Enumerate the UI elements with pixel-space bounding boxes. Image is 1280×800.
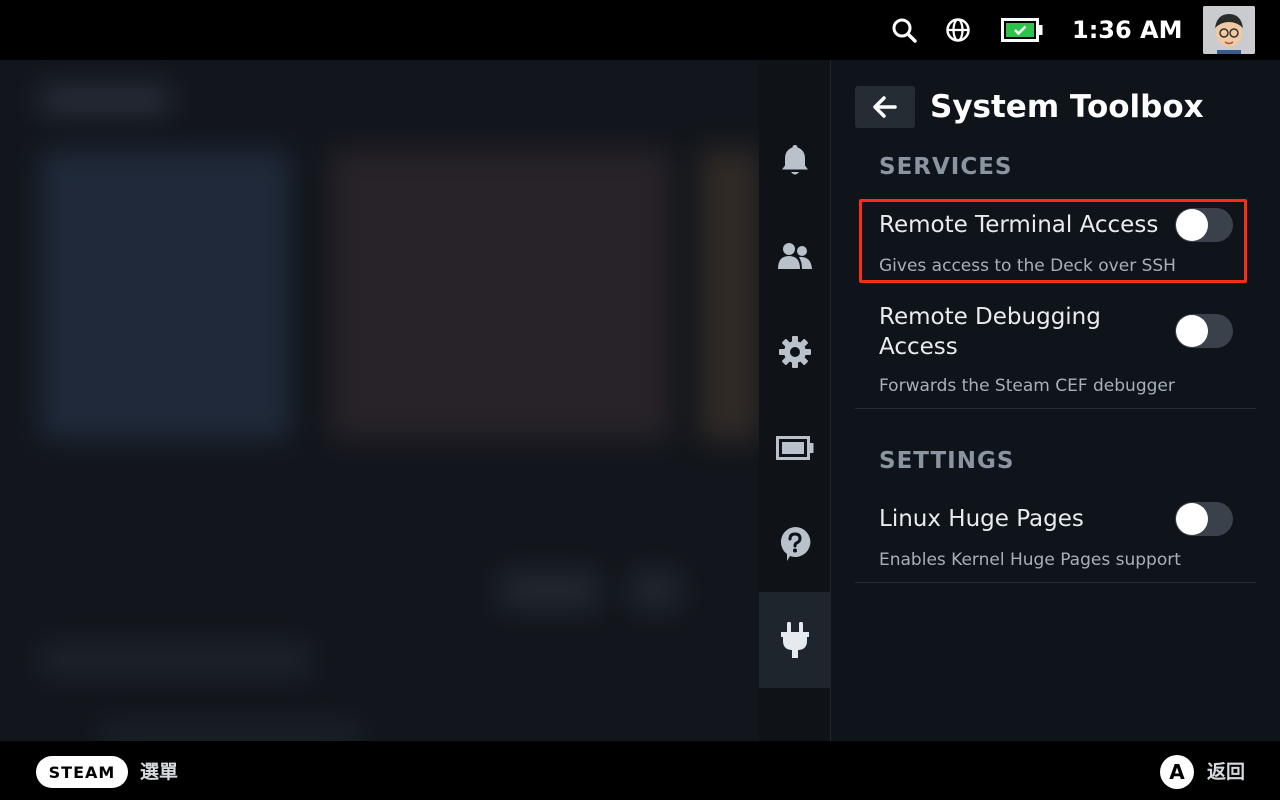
friends-icon — [778, 243, 812, 269]
search-icon[interactable] — [888, 14, 920, 46]
blurred-background — [0, 60, 760, 741]
remote-debugging-access-label-line1: Remote Debugging — [879, 304, 1101, 330]
remote-debugging-access-label-line2: Access — [879, 334, 958, 360]
remote-debugging-access-description: Forwards the Steam CEF debugger — [879, 376, 1175, 396]
tab-help[interactable] — [759, 496, 831, 592]
bell-icon — [782, 145, 808, 175]
divider — [855, 408, 1256, 409]
battery-icon — [776, 436, 814, 460]
remote-debugging-access-toggle[interactable] — [1175, 314, 1233, 348]
tab-settings[interactable] — [759, 304, 831, 400]
clock-time: 1:36 AM — [1072, 16, 1183, 44]
remote-terminal-access-toggle[interactable] — [1175, 208, 1233, 242]
menu-label: 選單 — [140, 761, 179, 783]
steam-button[interactable]: STEAM — [36, 756, 128, 788]
back-button[interactable] — [855, 86, 915, 128]
remote-terminal-access-label: Remote Terminal Access — [879, 212, 1159, 238]
tab-performance[interactable] — [759, 400, 831, 496]
page-title: System Toolbox — [930, 89, 1204, 125]
tab-plugins[interactable] — [759, 592, 831, 688]
plug-icon — [781, 622, 809, 658]
globe-icon[interactable] — [942, 14, 974, 46]
toggle-knob — [1176, 209, 1208, 241]
quick-access-tabs — [759, 60, 831, 741]
status-bar: 1:36 AM — [0, 0, 1280, 60]
linux-huge-pages-label: Linux Huge Pages — [879, 506, 1084, 532]
a-button[interactable]: A — [1160, 755, 1194, 789]
remote-terminal-access-description: Gives access to the Deck over SSH — [879, 256, 1176, 276]
battery-icon — [1000, 14, 1044, 46]
tab-notifications[interactable] — [759, 112, 831, 208]
toggle-knob — [1176, 503, 1208, 535]
gear-icon — [779, 336, 811, 368]
help-icon — [780, 526, 811, 561]
section-heading-services: SERVICES — [879, 154, 1013, 180]
linux-huge-pages-toggle[interactable] — [1175, 502, 1233, 536]
back-label: 返回 — [1207, 761, 1246, 783]
arrow-left-icon — [873, 96, 897, 118]
linux-huge-pages-description: Enables Kernel Huge Pages support — [879, 550, 1181, 570]
avatar[interactable] — [1203, 6, 1255, 54]
system-toolbox-panel: System Toolbox SERVICES Remote Terminal … — [831, 60, 1280, 741]
bottom-bar: STEAM 選單 A 返回 — [0, 741, 1280, 800]
toggle-knob — [1176, 315, 1208, 347]
section-heading-settings: SETTINGS — [879, 448, 1015, 474]
tab-friends[interactable] — [759, 208, 831, 304]
divider — [855, 582, 1256, 583]
